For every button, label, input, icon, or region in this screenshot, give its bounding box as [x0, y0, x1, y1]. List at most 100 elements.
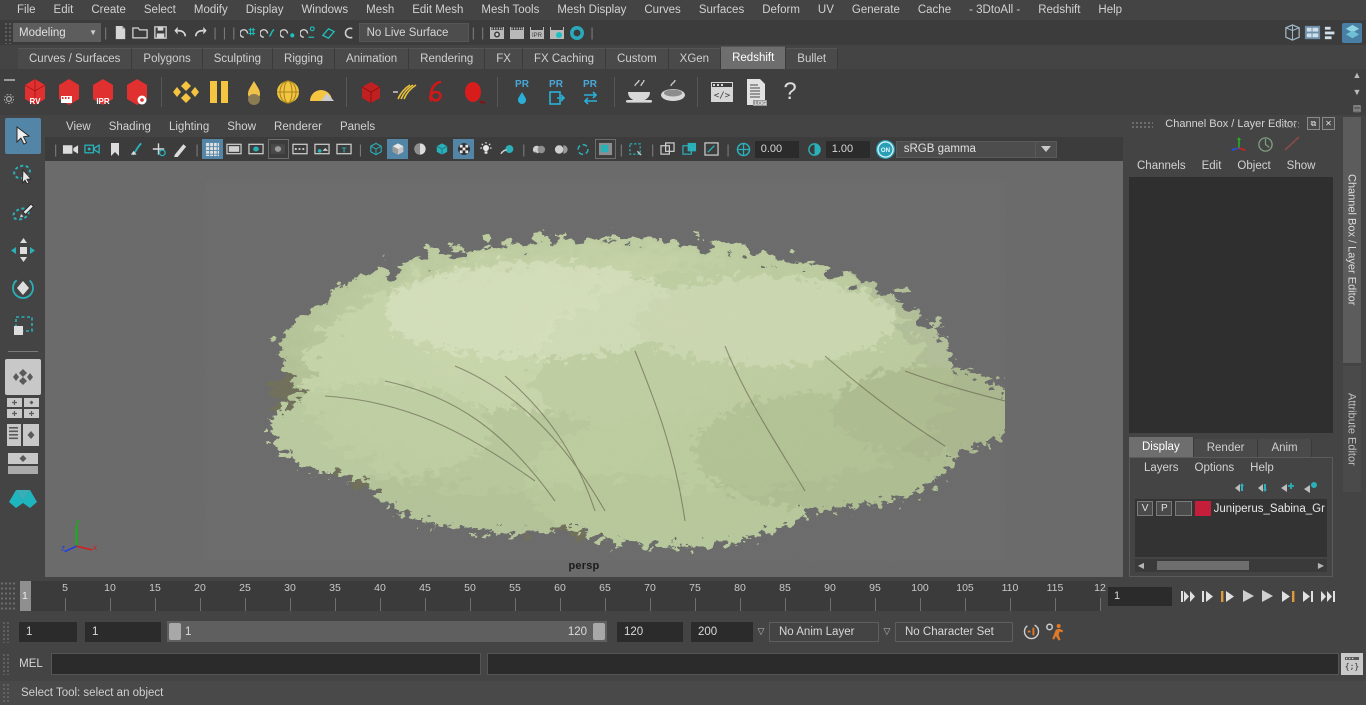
step-back-keyframe-icon[interactable] — [1198, 585, 1218, 607]
shelf-tab-polygons[interactable]: Polygons — [132, 48, 203, 69]
channelbox-menu-channels[interactable]: Channels — [1129, 160, 1194, 172]
menu-curves[interactable]: Curves — [635, 0, 689, 20]
shelf-btn-redshift-bake-set-1[interactable] — [622, 72, 656, 112]
menu-modify[interactable]: Modify — [185, 0, 237, 20]
safe-action-icon[interactable] — [312, 139, 333, 159]
viewport-menu-renderer[interactable]: Renderer — [265, 121, 331, 133]
node-editor-icon[interactable] — [1302, 23, 1322, 43]
persp-graph-layout[interactable] — [5, 451, 41, 475]
shelf-btn-redshift-material-columns[interactable] — [203, 72, 237, 112]
resolution-gate-icon[interactable] — [246, 139, 267, 159]
scale-tool[interactable] — [5, 308, 41, 344]
menu-mesh-tools[interactable]: Mesh Tools — [472, 0, 548, 20]
menu-surfaces[interactable]: Surfaces — [690, 0, 753, 20]
textured-icon[interactable] — [431, 139, 452, 159]
menu-create[interactable]: Create — [82, 0, 135, 20]
menu-windows[interactable]: Windows — [292, 0, 357, 20]
snap-to-projected-center-icon[interactable] — [299, 23, 319, 43]
gamma-icon[interactable] — [804, 139, 825, 159]
shelf-tab-bullet[interactable]: Bullet — [786, 48, 839, 69]
layer-row[interactable]: V P Juniperus_Sabina_Gre — [1135, 499, 1327, 518]
undo-icon[interactable] — [170, 23, 190, 43]
layer-list-scrollbar[interactable]: ◀ ▶ — [1135, 559, 1327, 572]
live-surface-field[interactable]: No Live Surface — [358, 23, 469, 42]
shelf-btn-redshift-log[interactable]: .LOG — [739, 72, 773, 112]
shelf-tab-animation[interactable]: Animation — [335, 48, 410, 69]
xray-icon[interactable] — [626, 139, 647, 159]
shaded-wireframe-icon[interactable] — [409, 139, 430, 159]
anim-layer-combo[interactable]: No Anim Layer — [769, 621, 879, 642]
move-layer-up-icon[interactable] — [1234, 481, 1249, 494]
shelf-btn-redshift-render-settings[interactable] — [120, 72, 154, 112]
create-layer-from-selected-icon[interactable] — [1303, 481, 1318, 494]
shelf-tab-fx-caching[interactable]: FX Caching — [522, 48, 607, 69]
shelf-btn-redshift-blob[interactable] — [456, 72, 490, 112]
wireframe-icon[interactable] — [365, 139, 386, 159]
ipr-render-icon[interactable]: IPR — [527, 23, 547, 43]
rotate-tool[interactable] — [5, 270, 41, 306]
safe-title-icon[interactable]: T — [334, 139, 355, 159]
command-language-label[interactable]: MEL — [11, 658, 51, 670]
menu-help[interactable]: Help — [1089, 0, 1131, 20]
exposure-field[interactable]: 0.00 — [754, 140, 799, 158]
make-live-icon[interactable] — [339, 23, 359, 43]
command-line-grip[interactable] — [2, 653, 11, 675]
shelf-options-grip[interactable] — [0, 69, 18, 115]
film-gate-icon[interactable] — [224, 139, 245, 159]
menu-edit-mesh[interactable]: Edit Mesh — [403, 0, 472, 20]
hardware-texturing-icon[interactable] — [453, 139, 475, 159]
menu-mesh-display[interactable]: Mesh Display — [548, 0, 635, 20]
viewport-menu-lighting[interactable]: Lighting — [160, 121, 218, 133]
move-tool[interactable] — [5, 232, 41, 268]
scroll-left-icon[interactable]: ◀ — [1135, 561, 1147, 570]
shelf-tab-rendering[interactable]: Rendering — [409, 48, 486, 69]
character-set-dropdown-icon[interactable]: ▽ — [879, 626, 895, 637]
step-forward-keyframe-icon[interactable] — [1298, 585, 1318, 607]
layer-menu-layers[interactable]: Layers — [1136, 462, 1187, 474]
outliner-persp-layout[interactable] — [5, 422, 41, 448]
speed-icon[interactable] — [1283, 136, 1303, 152]
shelf-btn-redshift-material-dome[interactable] — [305, 72, 339, 112]
layer-scroll-thumb[interactable] — [1157, 561, 1250, 570]
rotation-toggle-icon[interactable] — [1257, 136, 1274, 153]
menu-deform[interactable]: Deform — [753, 0, 809, 20]
snap-to-point-icon[interactable] — [279, 23, 299, 43]
shelf-scroll-arrows[interactable]: ▲ ▼ ▤ — [1350, 71, 1364, 113]
time-slider-track[interactable]: 1 5 10 15 20 25 30 35 40 45 50 55 60 65 70 75 80 85 90 95 1… — [20, 581, 1106, 611]
shelf-tab-curves-surfaces[interactable]: Curves / Surfaces — [18, 48, 133, 69]
layer-tab-anim[interactable]: Anim — [1258, 439, 1312, 457]
four-view-layout[interactable] — [5, 397, 41, 419]
oncamera-grease-pencil-icon[interactable] — [170, 139, 191, 159]
viewport-menu-shading[interactable]: Shading — [100, 121, 160, 133]
shelf-btn-redshift-render-sequence[interactable] — [52, 72, 86, 112]
create-new-layer-icon[interactable] — [1280, 481, 1295, 494]
animation-preferences-icon[interactable] — [1045, 621, 1065, 643]
shelf-btn-redshift-bake-set-2[interactable] — [656, 72, 690, 112]
select-tool[interactable] — [4, 118, 41, 154]
motion-blur-icon[interactable] — [551, 139, 572, 159]
shelf-btn-redshift-proxy-swap[interactable]: PR — [573, 72, 607, 112]
range-bar[interactable]: 1 120 — [167, 621, 607, 642]
color-management-toggle-icon[interactable]: ON — [875, 139, 895, 159]
smooth-shade-icon[interactable] — [387, 139, 409, 159]
step-forward-frame-icon[interactable] — [1278, 585, 1298, 607]
side-tab-channel-box-layer-editor[interactable]: Channel Box / Layer Editor — [1342, 117, 1361, 363]
step-back-frame-icon[interactable] — [1218, 585, 1238, 607]
shelf-btn-redshift-proxy-export[interactable]: PR — [539, 72, 573, 112]
shelf-tab-rigging[interactable]: Rigging — [273, 48, 336, 69]
shelf-btn-redshift-help[interactable]: ? — [773, 72, 807, 112]
menu-3dtoall[interactable]: - 3DtoAll - — [960, 0, 1029, 20]
isolate-select-icon[interactable] — [594, 139, 616, 159]
hypershade-icon[interactable] — [567, 23, 587, 43]
range-slider-grip[interactable] — [2, 620, 11, 643]
attribute-editor-toggle-icon[interactable] — [1322, 23, 1342, 43]
viewport-menu-view[interactable]: View — [57, 121, 100, 133]
screen-space-ao-icon[interactable] — [529, 139, 550, 159]
menu-cache[interactable]: Cache — [909, 0, 960, 20]
menu-display[interactable]: Display — [237, 0, 293, 20]
chevron-down-icon[interactable] — [1034, 140, 1057, 158]
layer-name-label[interactable]: Juniperus_Sabina_Gre — [1214, 503, 1325, 515]
layer-playback-toggle[interactable]: P — [1156, 501, 1173, 516]
layer-color-swatch[interactable] — [1194, 501, 1211, 516]
paint-select-tool[interactable] — [5, 194, 41, 230]
